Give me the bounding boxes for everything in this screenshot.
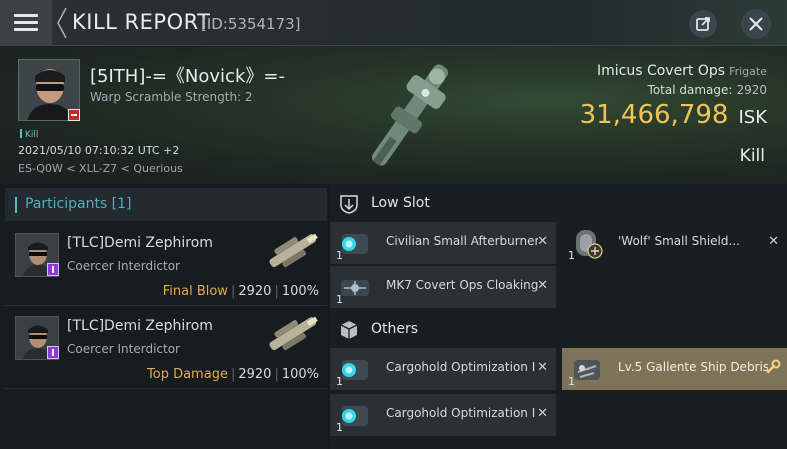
isk-amount: 31,466,798 <box>579 100 729 130</box>
fitting-item[interactable]: 1 Civilian Small Afterburner ✕ <box>330 222 556 264</box>
participant-percent: 100% <box>281 284 319 299</box>
participant-percent: 100% <box>281 367 319 382</box>
kill-tag: Kill <box>20 129 38 140</box>
participant-row[interactable]: [TLC]Demi Zephirom Coercer Interdictor F… <box>5 224 327 306</box>
participant-ship: Coercer Interdictor <box>67 259 180 273</box>
participant-name[interactable]: [TLC]Demi Zephirom <box>67 318 213 334</box>
fitting-panel: Low Slot 1 Civilian Small Afterburner ✕ … <box>330 184 787 449</box>
others-title: Others <box>371 321 419 337</box>
destroyed-icon: ✕ <box>768 234 779 249</box>
item-quantity: 1 <box>568 375 575 388</box>
low-slot-icon <box>340 195 358 214</box>
kill-location[interactable]: ES-Q0W < XLL-Z7 < Querious <box>18 162 183 175</box>
participant-stats: Final Blow | 2920 | 100% <box>162 284 319 299</box>
fitting-item[interactable]: 1 Cargohold Optimization I ✕ <box>330 348 556 390</box>
fitting-item[interactable]: 1 MK7 Covert Ops Cloaking... ✕ <box>330 266 556 308</box>
participant-ship: Coercer Interdictor <box>67 342 180 356</box>
participant-role: Top Damage <box>147 367 228 382</box>
page-title: KILL REPORT <box>72 10 211 34</box>
destroyed-icon: ✕ <box>537 406 548 421</box>
item-name: Cargohold Optimization I <box>386 406 536 420</box>
fitting-item[interactable]: 1 Lv.5 Gallente Ship Debris <box>562 348 787 390</box>
participant-ship-image[interactable] <box>261 226 325 276</box>
participant-role: Final Blow <box>162 284 228 299</box>
participant-row[interactable]: [TLC]Demi Zephirom Coercer Interdictor T… <box>5 307 327 389</box>
participants-header[interactable]: Participants [1] <box>5 188 327 221</box>
ship-name-text: Imicus Covert Ops <box>596 63 726 79</box>
item-name: MK7 Covert Ops Cloaking... <box>386 278 538 292</box>
item-name: 'Wolf' Small Shield... <box>618 234 740 248</box>
others-header: Others <box>330 312 787 348</box>
item-name: Cargohold Optimization I <box>386 360 536 374</box>
item-name: Civilian Small Afterburner <box>386 234 538 248</box>
participant-damage: 2920 <box>238 367 272 382</box>
corp-badge <box>47 263 59 276</box>
total-damage-label: Total damage: <box>647 83 733 97</box>
participants-title: Participants [1] <box>25 196 132 212</box>
participant-name[interactable]: [TLC]Demi Zephirom <box>67 235 213 251</box>
participant-ship-image[interactable] <box>261 309 325 359</box>
victim-ship-name[interactable]: Imicus Covert Ops Frigate <box>597 63 767 79</box>
participant-damage: 2920 <box>238 284 272 299</box>
destroyed-icon: ✕ <box>537 278 548 293</box>
wrench-icon <box>766 359 781 374</box>
warp-scramble-strength: Warp Scramble Strength: 2 <box>90 90 253 104</box>
item-quantity: 1 <box>568 249 575 262</box>
ship-class: Frigate <box>729 65 767 78</box>
item-quantity: 1 <box>336 421 343 434</box>
kill-datetime: 2021/05/10 07:10:32 UTC +2 <box>18 144 180 157</box>
title-bar: KILL REPORT [ID:5354173] <box>0 0 787 46</box>
victim-ship-image[interactable] <box>360 48 460 182</box>
cube-icon <box>340 321 358 339</box>
participant-stats: Top Damage | 2920 | 100% <box>147 367 319 382</box>
low-slot-header: Low Slot <box>330 186 787 222</box>
participants-panel: Participants [1] [TLC]Demi Zephirom Coer… <box>0 184 328 449</box>
standing-badge <box>68 109 80 121</box>
fitting-item[interactable]: 1 Cargohold Optimization I ✕ <box>330 394 556 436</box>
isk-value: 31,466,798 ISK <box>580 100 767 130</box>
menu-icon[interactable] <box>0 0 52 46</box>
isk-unit: ISK <box>738 107 767 128</box>
item-name: Lv.5 Gallente Ship Debris <box>618 360 768 374</box>
item-quantity: 1 <box>336 249 343 262</box>
fitting-item[interactable]: 1 'Wolf' Small Shield... ✕ <box>562 222 787 264</box>
total-damage: Total damage: 2920 <box>648 83 767 97</box>
title-separator <box>57 8 67 38</box>
result-label: Kill <box>739 146 765 166</box>
total-damage-value: 2920 <box>736 83 767 97</box>
destroyed-icon: ✕ <box>537 234 548 249</box>
low-slot-title: Low Slot <box>371 195 430 211</box>
report-id: [ID:5354173] <box>201 15 301 33</box>
share-icon[interactable] <box>689 10 717 38</box>
victim-name[interactable]: [5ITH]-=《Novick》=- <box>90 62 285 88</box>
corp-badge <box>47 346 59 359</box>
close-icon[interactable] <box>741 9 771 39</box>
item-quantity: 1 <box>336 375 343 388</box>
victim-header: [5ITH]-=《Novick》=- Warp Scramble Strengt… <box>0 46 787 184</box>
destroyed-icon: ✕ <box>537 360 548 375</box>
item-quantity: 1 <box>336 293 343 306</box>
